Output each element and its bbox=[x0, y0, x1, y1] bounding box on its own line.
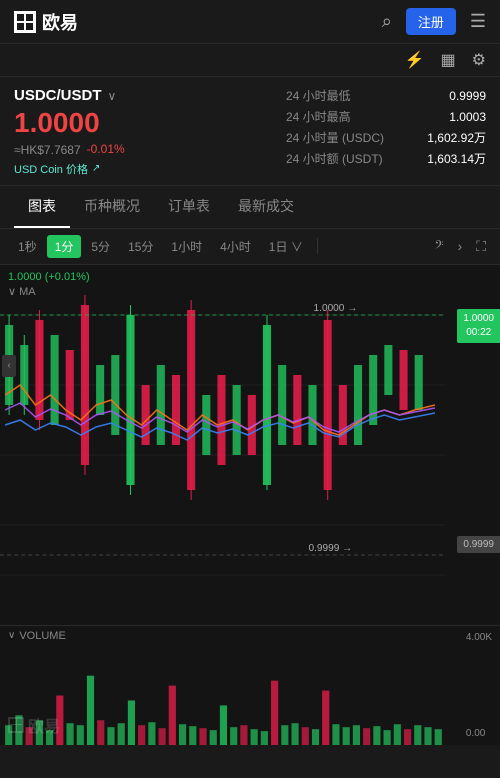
volume-label-bottom: 0.00 bbox=[466, 728, 492, 739]
stat-label-0: 24 小时最低 bbox=[286, 87, 351, 104]
watermark: 欧易 bbox=[8, 713, 60, 737]
price-tag-current: 1.0000 00:22 bbox=[457, 309, 500, 343]
logo-icon bbox=[14, 11, 36, 33]
menu-icon[interactable]: ☰ bbox=[470, 11, 486, 32]
volume-right-labels: 4.00K 0.00 bbox=[466, 626, 492, 745]
tf-separator bbox=[317, 238, 318, 254]
chart-main: 1.0000 (+0.01%) ∨ MA bbox=[0, 265, 500, 625]
tf-5m[interactable]: 5分 bbox=[83, 235, 118, 258]
volume-header: ∨ VOLUME bbox=[0, 626, 500, 646]
stat-value-2: 1,602.92万 bbox=[427, 129, 486, 146]
price-tag-bottom: 0.9999 bbox=[457, 536, 500, 553]
chart-price-info: 1.0000 (+0.01%) bbox=[8, 271, 90, 283]
tf-15m[interactable]: 15分 bbox=[120, 235, 161, 258]
stat-label-2: 24 小时量 (USDC) bbox=[286, 129, 384, 146]
stat-row-3: 24 小时额 (USDT) 1,603.14万 bbox=[286, 150, 486, 167]
pair-name: USDC/USDT bbox=[14, 87, 102, 104]
coin-label: USD Coin 价格 ↗ bbox=[14, 161, 266, 177]
settings-icon[interactable]: ⚙ bbox=[472, 50, 486, 70]
watermark-logo-icon bbox=[8, 717, 24, 733]
price-hk: ≈HK$7.7687 bbox=[14, 143, 81, 157]
tf-1h[interactable]: 1小时 bbox=[163, 235, 210, 258]
fullscreen-icon[interactable]: ⛶ bbox=[472, 236, 490, 257]
logo: 欧易 bbox=[14, 9, 78, 35]
timeframe-bar: 1秒 1分 5分 15分 1小时 4小时 1日 ∨ 𝄢 › ⛶ bbox=[0, 229, 500, 265]
chart-icon[interactable]: ▦ bbox=[441, 50, 456, 70]
logo-text: 欧易 bbox=[42, 9, 78, 35]
indicator-icon[interactable]: 𝄢 bbox=[431, 236, 448, 257]
stat-row-0: 24 小时最低 0.9999 bbox=[286, 87, 486, 104]
tf-right: 𝄢 › ⛶ bbox=[431, 236, 491, 257]
tabs-row: 图表 币种概况 订单表 最新成交 bbox=[0, 186, 500, 229]
tab-overview[interactable]: 币种概况 bbox=[70, 186, 154, 228]
external-link-icon[interactable]: ↗ bbox=[92, 163, 100, 174]
svg-text:1.0000 →: 1.0000 → bbox=[314, 303, 358, 314]
register-button[interactable]: 注册 bbox=[406, 8, 456, 35]
svg-text:0.9999 →: 0.9999 → bbox=[308, 543, 352, 554]
chart-container: 1.0000 (+0.01%) ∨ MA bbox=[0, 265, 500, 745]
tf-1d[interactable]: 1日 ∨ bbox=[261, 235, 311, 258]
tab-trades[interactable]: 最新成交 bbox=[224, 186, 308, 228]
tf-1m[interactable]: 1分 bbox=[47, 235, 82, 258]
stat-label-3: 24 小时额 (USDT) bbox=[286, 150, 383, 167]
price-right: 24 小时最低 0.9999 24 小时最高 1.0003 24 小时量 (US… bbox=[286, 87, 486, 177]
stat-value-0: 0.9999 bbox=[449, 89, 486, 103]
volume-label: VOLUME bbox=[19, 630, 65, 642]
price-tag-value: 1.0000 bbox=[463, 312, 494, 326]
price-tag-time: 00:22 bbox=[463, 326, 494, 340]
volume-label-top: 4.00K bbox=[466, 632, 492, 643]
search-icon[interactable]: ⌕ bbox=[382, 11, 392, 32]
stat-row-1: 24 小时最高 1.0003 bbox=[286, 108, 486, 125]
pulse-icon[interactable]: ⚡ bbox=[405, 50, 425, 70]
main-chart-svg: 1.0000 → 0.9999 → bbox=[0, 265, 445, 625]
chart-info-overlay: 1.0000 (+0.01%) ∨ MA bbox=[8, 271, 90, 298]
header: 欧易 ⌕ 注册 ☰ bbox=[0, 0, 500, 44]
watermark-text: 欧易 bbox=[28, 713, 60, 737]
volume-area: ∨ VOLUME bbox=[0, 625, 500, 745]
volume-chart-svg bbox=[0, 646, 450, 745]
chart-ma-label: ∨ MA bbox=[8, 285, 90, 298]
tf-4h[interactable]: 4小时 bbox=[212, 235, 259, 258]
price-change: -0.01% bbox=[87, 142, 125, 156]
price-main: 1.0000 bbox=[14, 108, 266, 139]
tf-1s[interactable]: 1秒 bbox=[10, 235, 45, 258]
header-right: ⌕ 注册 ☰ bbox=[382, 8, 486, 35]
volume-expand-icon[interactable]: ∨ bbox=[8, 630, 15, 641]
tab-chart[interactable]: 图表 bbox=[14, 186, 70, 228]
icon-bar: ⚡ ▦ ⚙ bbox=[0, 44, 500, 77]
stat-label-1: 24 小时最高 bbox=[286, 108, 351, 125]
ma-expand-icon[interactable]: ∨ bbox=[8, 286, 16, 298]
tab-orders[interactable]: 订单表 bbox=[154, 186, 224, 228]
pair-row: USDC/USDT ∨ bbox=[14, 87, 266, 104]
price-left: USDC/USDT ∨ 1.0000 ≈HK$7.7687 -0.01% USD… bbox=[14, 87, 266, 177]
price-area: USDC/USDT ∨ 1.0000 ≈HK$7.7687 -0.01% USD… bbox=[0, 77, 500, 186]
chart-collapse-handle[interactable]: ‹ bbox=[2, 355, 16, 377]
pair-dropdown-icon[interactable]: ∨ bbox=[108, 89, 117, 103]
more-icon[interactable]: › bbox=[454, 236, 467, 256]
stat-value-1: 1.0003 bbox=[449, 110, 486, 124]
stat-row-2: 24 小时量 (USDC) 1,602.92万 bbox=[286, 129, 486, 146]
stat-value-3: 1,603.14万 bbox=[427, 150, 486, 167]
